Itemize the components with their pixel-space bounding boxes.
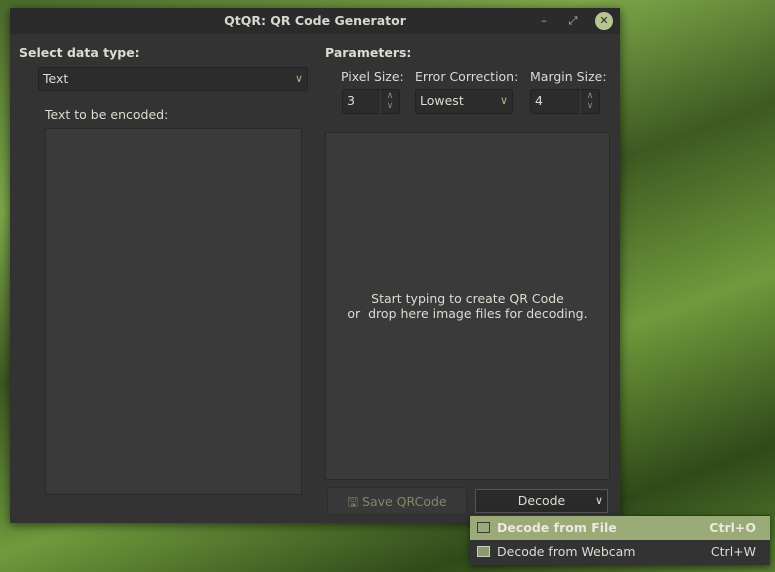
image-icon	[477, 546, 490, 557]
menu-shortcut: Ctrl+O	[709, 520, 756, 535]
save-icon: 🖫	[347, 494, 359, 509]
decode-dropdown-button[interactable]: Decode ∨	[475, 489, 608, 513]
select-data-type-label: Select data type:	[19, 45, 140, 60]
minimize-button[interactable]: –	[535, 12, 553, 30]
menu-label: Decode from File	[497, 520, 617, 535]
data-type-dropdown[interactable]: Text ∨	[38, 67, 308, 91]
chevron-down-icon: ∨	[294, 72, 303, 85]
save-label: Save QRCode	[362, 494, 447, 509]
menu-label: Decode from Webcam	[497, 544, 636, 559]
error-correction-value: Lowest	[420, 93, 464, 108]
menu-shortcut: Ctrl+W	[710, 544, 756, 559]
spin-arrows-icon[interactable]: ∧ ∨	[380, 90, 399, 114]
qtqr-window: QtQR: QR Code Generator – ⤢ ✕ Select dat…	[10, 8, 620, 523]
close-button[interactable]: ✕	[595, 12, 613, 30]
save-qrcode-button[interactable]: 🖫 Save QRCode	[327, 487, 467, 515]
preview-hint-line2: or drop here image files for decoding.	[347, 306, 588, 321]
error-correction-label: Error Correction:	[415, 69, 519, 84]
chevron-down-icon: ∨	[499, 94, 508, 107]
margin-size-spinbox[interactable]: 4 ∧ ∨	[530, 89, 600, 114]
margin-size-label: Margin Size:	[530, 69, 607, 84]
decode-label: Decode	[517, 493, 566, 508]
spin-arrows-icon[interactable]: ∧ ∨	[580, 90, 599, 114]
pixel-size-value: 3	[347, 93, 355, 108]
menu-item-decode-from-webcam[interactable]: Decode from Webcam Ctrl+W	[470, 540, 770, 564]
decode-menu: Decode from File Ctrl+O Decode from Webc…	[470, 515, 770, 565]
pixel-size-label: Pixel Size:	[341, 69, 404, 84]
data-type-value: Text	[43, 71, 69, 86]
pixel-size-spinbox[interactable]: 3 ∧ ∨	[342, 89, 400, 114]
title-bar[interactable]: QtQR: QR Code Generator – ⤢ ✕	[10, 8, 620, 34]
parameters-label: Parameters:	[325, 45, 412, 60]
text-input-area[interactable]	[45, 128, 302, 495]
window-title: QtQR: QR Code Generator	[224, 13, 406, 28]
maximize-button[interactable]: ⤢	[564, 12, 582, 30]
chevron-down-icon: ∨	[594, 494, 603, 507]
error-correction-dropdown[interactable]: Lowest ∨	[415, 89, 513, 114]
file-icon	[477, 522, 490, 533]
menu-item-decode-from-file[interactable]: Decode from File Ctrl+O	[470, 516, 770, 540]
margin-size-value: 4	[535, 93, 543, 108]
text-to-encode-label: Text to be encoded:	[45, 107, 169, 122]
preview-hint-line1: Start typing to create QR Code	[371, 291, 564, 306]
qr-preview-drop-area[interactable]: Start typing to create QR Code or drop h…	[325, 132, 610, 480]
